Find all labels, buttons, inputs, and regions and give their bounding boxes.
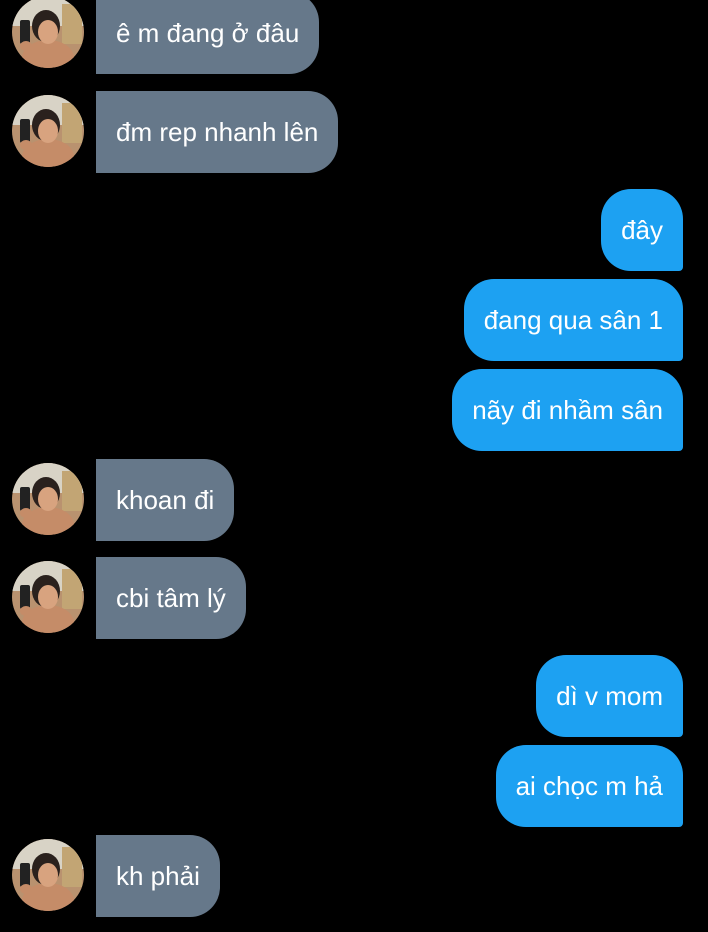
message-row-sent: ai chọc m hả <box>0 745 708 827</box>
message-bubble-received[interactable]: khoan đi <box>96 459 235 541</box>
message-text: cbi tâm lý <box>116 582 226 613</box>
message-bubble-sent[interactable]: nãy đi nhầm sân <box>452 369 683 451</box>
message-text: dì v mom <box>556 680 663 711</box>
message-row-received: ê m đang ở đâu <box>0 0 708 74</box>
message-row-received: đm rep nhanh lên <box>0 91 708 173</box>
message-bubble-sent[interactable]: đây <box>601 189 683 271</box>
message-bubble-received[interactable]: ê m đang ở đâu <box>96 0 320 74</box>
contact-avatar[interactable] <box>12 463 84 535</box>
message-bubble-received[interactable]: cbi tâm lý <box>96 557 246 639</box>
message-text: ai chọc m hả <box>515 770 663 801</box>
message-text: đang qua sân 1 <box>483 304 663 335</box>
message-text: khoan đi <box>116 484 215 515</box>
message-text: đm rep nhanh lên <box>116 116 319 147</box>
message-bubble-sent[interactable]: dì v mom <box>536 655 683 737</box>
contact-avatar[interactable] <box>12 95 84 167</box>
message-text: ê m đang ở đâu <box>116 17 300 48</box>
message-bubble-sent[interactable]: đang qua sân 1 <box>463 279 683 361</box>
avatar-photo-icon <box>12 95 84 167</box>
avatar-photo-icon <box>12 839 84 911</box>
avatar-photo-icon <box>12 0 84 68</box>
message-text: kh phải <box>116 860 200 891</box>
message-bubble-sent[interactable]: ai chọc m hả <box>495 745 683 827</box>
message-text: nãy đi nhầm sân <box>472 394 663 425</box>
message-text: đây <box>621 214 663 245</box>
chat-thread: ê m đang ở đâu đm rep nhanh lên đây đang… <box>0 0 708 932</box>
avatar-photo-icon <box>12 561 84 633</box>
contact-avatar[interactable] <box>12 561 84 633</box>
message-row-received: cbi tâm lý <box>0 557 708 639</box>
avatar-photo-icon <box>12 463 84 535</box>
message-row-sent: đây <box>0 189 708 271</box>
message-bubble-received[interactable]: đm rep nhanh lên <box>96 91 339 173</box>
message-row-sent: nãy đi nhầm sân <box>0 369 708 451</box>
message-row-sent: đang qua sân 1 <box>0 279 708 361</box>
message-row-sent: dì v mom <box>0 655 708 737</box>
message-row-received: kh phải <box>0 835 708 917</box>
contact-avatar[interactable] <box>12 0 84 68</box>
message-row-received: khoan đi <box>0 459 708 541</box>
message-bubble-received[interactable]: kh phải <box>96 835 220 917</box>
contact-avatar[interactable] <box>12 839 84 911</box>
